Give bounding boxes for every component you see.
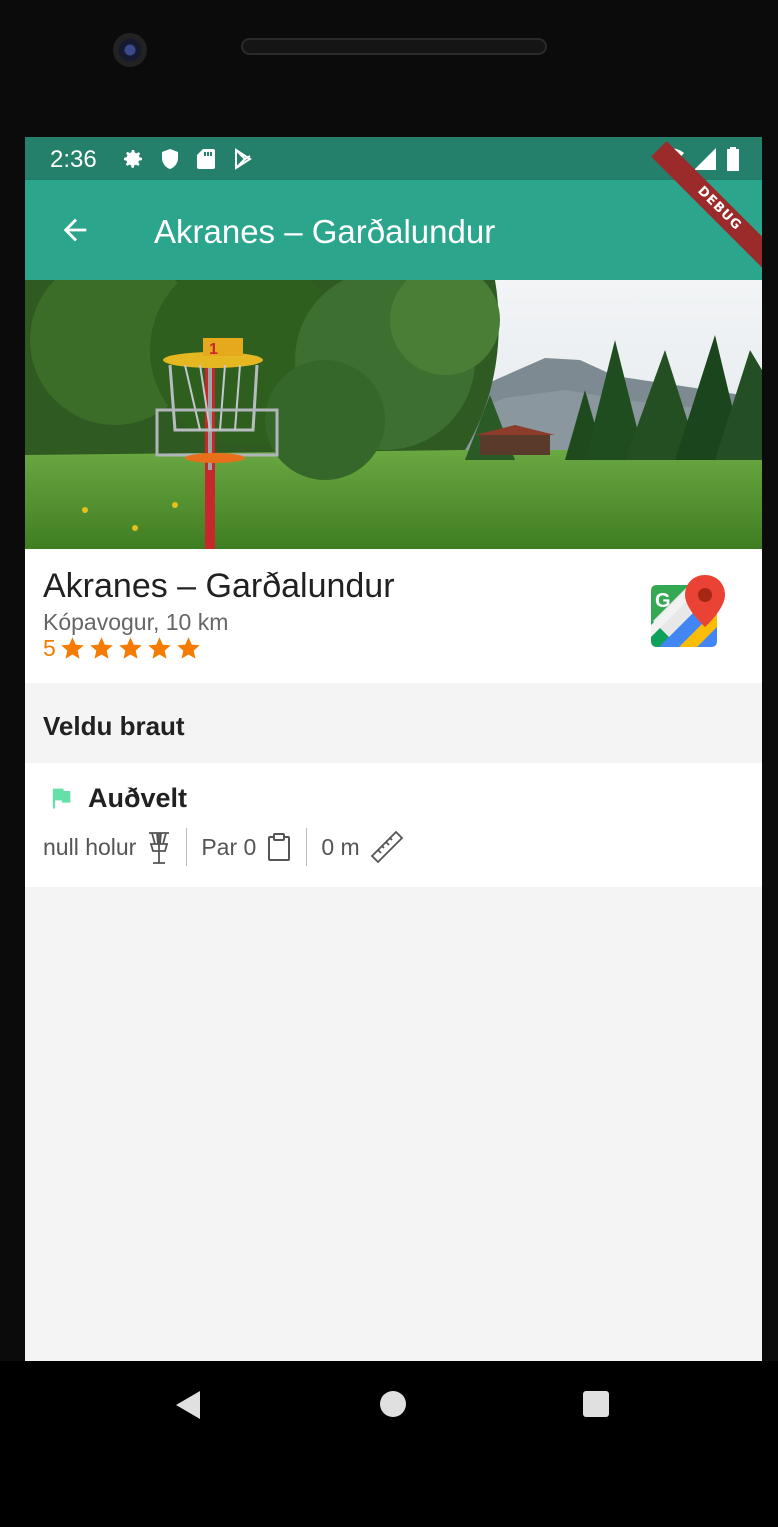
page-title: Akranes – Garðalundur — [154, 213, 496, 250]
nav-back-icon[interactable] — [174, 1389, 202, 1421]
signal-icon — [694, 148, 716, 170]
nav-recents-icon[interactable] — [582, 1390, 610, 1418]
app-bar: Akranes – Garðalundur DEBUG — [25, 141, 762, 280]
ruler-icon — [370, 830, 403, 864]
course-location: Kópavogur, 10 km — [43, 609, 229, 635]
track-meta: null holur Par 0 0 m — [43, 827, 404, 867]
track-list-item[interactable]: Auðvelt null holur Par 0 0 m — [25, 763, 762, 887]
rating-value: 5 — [43, 635, 56, 661]
google-maps-icon: G — [651, 575, 725, 647]
star-icon — [148, 637, 171, 659]
course-name: Akranes – Garðalundur — [43, 567, 395, 605]
nav-home-icon[interactable] — [379, 1390, 407, 1418]
status-time: 2:36 — [50, 146, 97, 173]
back-button[interactable] — [51, 206, 99, 254]
google-maps-button[interactable]: G — [649, 575, 725, 657]
device-frame: 2:36 Akranes – Garðalundur DEBUG 1 Akran… — [0, 0, 778, 1527]
system-navigation-bar — [0, 1361, 778, 1527]
svg-text:1: 1 — [209, 341, 218, 358]
divider — [186, 828, 188, 866]
arrow-back-icon — [63, 218, 87, 242]
earpiece-speaker — [241, 38, 547, 55]
course-photo: 1 — [25, 280, 762, 549]
play-store-icon — [235, 148, 252, 170]
divider — [306, 828, 308, 866]
course-photo-illustration: 1 — [25, 280, 762, 549]
track-holes-label: null holur — [43, 833, 137, 860]
section-title: Veldu braut — [43, 711, 185, 741]
rating: 5 — [43, 635, 202, 662]
star-icon — [119, 637, 142, 659]
track-par-label: Par 0 — [201, 833, 257, 860]
clipboard-icon — [268, 833, 291, 861]
star-icon — [61, 637, 84, 659]
track-par: Par 0 — [201, 832, 292, 862]
track-length: 0 m — [321, 830, 403, 864]
front-camera — [113, 33, 147, 67]
status-icons — [121, 147, 255, 171]
track-holes: null holur — [43, 830, 172, 864]
sd-card-icon — [197, 149, 215, 169]
star-icon — [90, 637, 113, 659]
disc-golf-basket-icon — [149, 832, 170, 864]
status-bar: 2:36 — [25, 137, 762, 180]
section-header: Veldu braut — [25, 683, 762, 763]
star-icon — [177, 637, 200, 659]
course-info-card: Akranes – Garðalundur Kópavogur, 10 km 5 — [25, 549, 762, 683]
flag-icon — [52, 788, 71, 809]
gear-icon — [124, 150, 142, 168]
shield-icon — [162, 149, 178, 169]
battery-icon — [727, 147, 739, 171]
app-screen: 2:36 Akranes – Garðalundur DEBUG 1 Akran… — [25, 137, 762, 1361]
track-length-label: 0 m — [321, 833, 360, 860]
track-name: Auðvelt — [88, 783, 188, 813]
svg-text:G: G — [655, 590, 671, 612]
